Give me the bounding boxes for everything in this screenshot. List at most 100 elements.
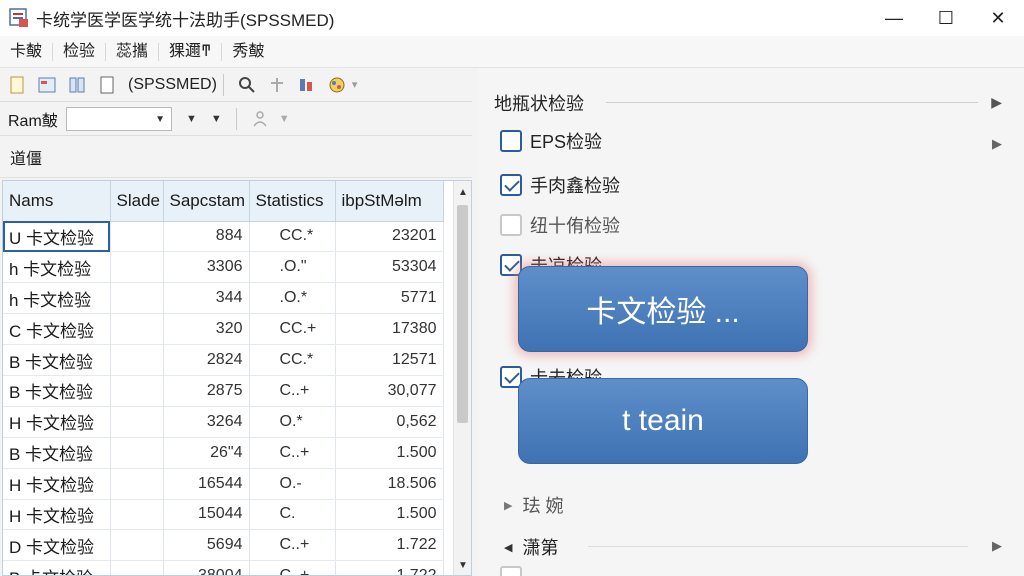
check-row-3[interactable]: 纽十侑检验 [500, 212, 620, 238]
run-test-button[interactable]: 卡文检验 ... [518, 266, 808, 352]
cell-slade[interactable] [110, 221, 164, 253]
search-icon[interactable] [234, 72, 260, 98]
checkbox[interactable] [500, 214, 522, 236]
table-row[interactable]: B 卡文检验 38004C..+1.722 [3, 560, 444, 575]
cell-name[interactable]: H 卡文检验 [3, 406, 111, 438]
chevron-down-icon[interactable]: ▼ [279, 113, 290, 125]
table-row[interactable]: U 卡文检验 884 CC.* 23201 [3, 221, 444, 253]
table-row[interactable]: h 卡文检验 3306 .O." 53304 [3, 251, 444, 284]
cell-statistics[interactable]: .O." [249, 251, 336, 284]
pin-icon[interactable] [264, 72, 290, 98]
cell-slade[interactable] [110, 529, 164, 562]
cell-slade[interactable] [110, 560, 164, 575]
cell-statistics[interactable]: CC.* [249, 221, 336, 253]
cell-sapcstam[interactable]: 5694 [163, 529, 250, 562]
cell-statistics[interactable]: CC.* [249, 344, 336, 376]
cell-name[interactable]: B 卡文检验 [3, 375, 111, 407]
column-header-slade[interactable]: Slade [110, 181, 164, 222]
check-row-eps[interactable]: EPS检验 [500, 128, 602, 154]
cell-slade[interactable] [110, 499, 164, 531]
menu-item-view[interactable]: 猓邇ͳ [159, 42, 223, 61]
table-row[interactable]: H 卡文检验 16544 O.- 18.506 [3, 468, 444, 500]
secondary-button[interactable]: t teain [518, 378, 808, 464]
table-row[interactable]: H 卡文检验 15044 C. 1.500 [3, 499, 444, 531]
user-icon[interactable] [247, 106, 273, 132]
table-row[interactable]: B 卡文检验 2875 C..+ 30,077 [3, 375, 444, 407]
cell-sapcstam[interactable]: 26"4 [163, 437, 250, 469]
new-file-icon[interactable] [4, 72, 30, 98]
cell-ibp[interactable]: 5771 [335, 282, 444, 315]
sub-item-1[interactable]: ▶ 珐 婉 [504, 492, 563, 518]
cell-name[interactable]: h 卡文检验 [3, 251, 111, 284]
cell-sapcstam[interactable]: 2824 [163, 344, 250, 376]
scrollbar-thumb[interactable] [457, 205, 468, 423]
cell-statistics[interactable]: C..+ [249, 375, 336, 407]
cell-statistics[interactable]: CC.+ [249, 313, 336, 346]
palette-icon[interactable] [324, 72, 350, 98]
cell-statistics[interactable]: O.- [249, 468, 336, 500]
cell-ibp[interactable]: 0,562 [335, 406, 444, 438]
cell-statistics[interactable]: C..+ [249, 560, 336, 575]
cell-sapcstam[interactable]: 344 [163, 282, 250, 315]
cell-ibp[interactable]: 30,077 [335, 375, 444, 407]
checkbox[interactable] [500, 130, 522, 152]
cell-sapcstam[interactable]: 16544 [163, 468, 250, 500]
scroll-up-icon[interactable]: ▲ [458, 187, 468, 198]
cell-sapcstam[interactable]: 320 [163, 313, 250, 346]
table-row[interactable]: h 卡文检验 344 .O.* 5771 [3, 282, 444, 315]
menu-item-edit[interactable]: 蕊攜 [106, 42, 160, 61]
cell-ibp[interactable]: 1.500 [335, 437, 444, 469]
check-row-6[interactable] [500, 566, 522, 576]
cell-ibp[interactable]: 1.722 [335, 560, 444, 575]
chevron-down-icon[interactable]: ▼ [186, 113, 197, 125]
cell-statistics[interactable]: C..+ [249, 529, 336, 562]
checkbox[interactable] [500, 566, 522, 576]
table-row[interactable]: H 卡文检验 3264 O.* 0,562 [3, 406, 444, 438]
cell-name[interactable]: H 卡文检验 [3, 499, 111, 531]
chevron-down-icon[interactable]: ▾ [352, 78, 358, 91]
cell-statistics[interactable]: .O.* [249, 282, 336, 315]
cell-statistics[interactable]: C. [249, 499, 336, 531]
cell-slade[interactable] [110, 344, 164, 376]
cell-ibp[interactable]: 1.722 [335, 529, 444, 562]
cell-slade[interactable] [110, 313, 164, 346]
menu-item-help[interactable]: 秀皶 [222, 43, 274, 61]
cell-sapcstam[interactable]: 884 [163, 221, 250, 253]
cell-ibp[interactable]: 18.506 [335, 468, 444, 500]
grid-icon[interactable] [64, 72, 90, 98]
variables-icon[interactable] [294, 72, 320, 98]
cell-sapcstam[interactable]: 2875 [163, 375, 250, 407]
column-header-ibp[interactable]: ibpStMǝlm [335, 181, 444, 222]
chevron-right-icon[interactable]: ▶ [991, 94, 1002, 111]
table-row[interactable]: C 卡文检验 320 CC.+ 17380 [3, 313, 444, 346]
checkbox-checked[interactable] [500, 174, 522, 196]
column-header-sapcstam[interactable]: Sapcstam [163, 181, 250, 222]
close-button[interactable]: ✕ [972, 0, 1024, 36]
cell-statistics[interactable]: C..+ [249, 437, 336, 469]
cell-name[interactable]: B 卡文检验 [3, 437, 111, 469]
cell-slade[interactable] [110, 251, 164, 284]
cell-name[interactable]: B 卡文检验 [3, 344, 111, 376]
cell-sapcstam[interactable]: 3306 [163, 251, 250, 284]
chevron-right-icon[interactable]: ▶ [992, 136, 1002, 152]
sub-item-2[interactable]: ◀ 潇第 [504, 534, 558, 560]
menu-item-test[interactable]: 检验 [53, 42, 107, 61]
chevron-down-icon[interactable]: ▼ [211, 113, 222, 125]
table-row[interactable]: B 卡文检验 26"4 C..+ 1.500 [3, 437, 444, 469]
cell-slade[interactable] [110, 437, 164, 469]
cell-slade[interactable] [110, 282, 164, 315]
document-icon[interactable] [94, 72, 120, 98]
cell-ibp[interactable]: 23201 [335, 221, 444, 253]
column-header-name[interactable]: Nams [3, 181, 111, 222]
cell-name[interactable]: H 卡文检验 [3, 468, 111, 500]
scroll-down-icon[interactable]: ▼ [458, 560, 468, 571]
cell-sapcstam[interactable]: 15044 [163, 499, 250, 531]
cell-ibp[interactable]: 1.500 [335, 499, 444, 531]
cell-name[interactable]: h 卡文检验 [3, 282, 111, 315]
cell-name[interactable]: D 卡文检验 [3, 529, 111, 562]
menu-item-file[interactable]: 卡皶 [0, 42, 54, 61]
cell-sapcstam[interactable]: 3264 [163, 406, 250, 438]
vertical-scrollbar[interactable]: ▲ ▼ [453, 181, 471, 575]
minimize-button[interactable]: — [868, 0, 920, 36]
table-row[interactable]: D 卡文检验 5694 C..+ 1.722 [3, 529, 444, 562]
